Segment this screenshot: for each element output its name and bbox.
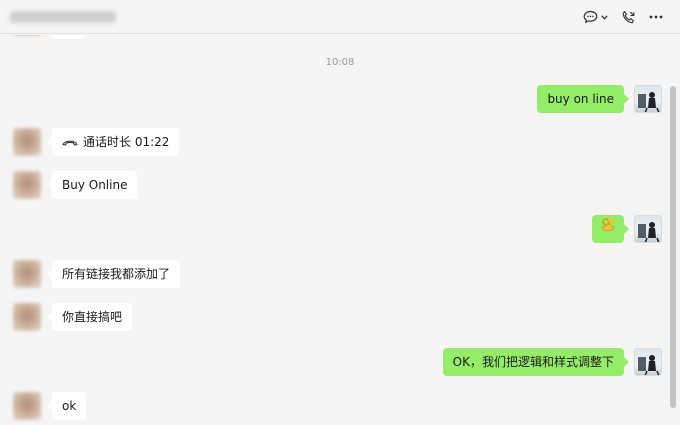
chevron-down-icon[interactable] — [600, 8, 608, 26]
message-timestamp: 10:08 — [325, 57, 355, 68]
message-list[interactable]: 10:08 buy on line 通话时长 01:22 Buy Online — [0, 35, 668, 425]
message-bubble-incoming[interactable]: Buy Online — [46, 171, 138, 199]
contact-avatar[interactable] — [13, 392, 41, 420]
contact-avatar[interactable] — [13, 303, 41, 331]
message-bubble-incoming[interactable]: 你直接搞吧 — [46, 303, 133, 331]
contact-avatar[interactable] — [13, 128, 41, 156]
phone-call-icon[interactable] — [620, 8, 636, 26]
more-icon[interactable] — [648, 8, 664, 26]
contact-avatar[interactable] — [13, 260, 41, 288]
phone-hangup-icon — [62, 128, 78, 156]
chat-header — [0, 0, 680, 34]
message-bubble-incoming[interactable]: 所有链接我都添加了 — [46, 260, 181, 288]
message-bubble-outgoing[interactable]: buy on line — [537, 85, 629, 113]
contact-avatar[interactable] — [13, 171, 41, 199]
chat-title-blurred — [10, 11, 116, 23]
my-avatar[interactable] — [634, 348, 662, 376]
scrollbar-thumb[interactable] — [670, 86, 676, 408]
call-duration-text: 通话时长 01:22 — [83, 135, 170, 149]
chat-bubble-icon[interactable] — [582, 8, 598, 26]
my-avatar[interactable] — [634, 215, 662, 243]
message-bubble-outgoing[interactable]: OK，我们把逻辑和样式调整下 — [442, 348, 630, 376]
message-bubble-partial — [52, 35, 84, 39]
message-bubble-incoming[interactable]: ok — [46, 392, 87, 420]
my-avatar[interactable] — [634, 85, 662, 113]
message-bubble-outgoing[interactable] — [592, 214, 629, 243]
call-record-bubble[interactable]: 通话时长 01:22 — [46, 128, 180, 156]
ok-hand-icon — [600, 214, 616, 242]
